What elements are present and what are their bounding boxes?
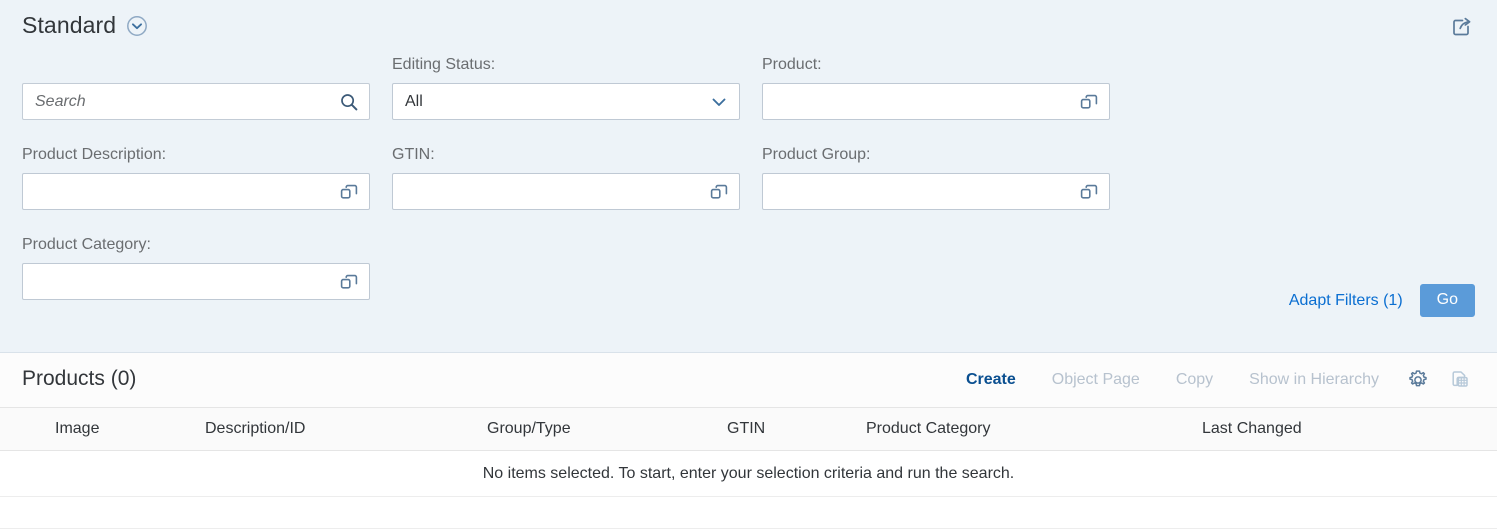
editing-status-select[interactable]: All <box>392 83 740 120</box>
filter-row-2: Product Description: GTIN: Product Group… <box>0 146 1497 236</box>
product-input-wrapper[interactable] <box>762 83 1110 120</box>
gtin-input-wrapper[interactable] <box>392 173 740 210</box>
gtin-field-cell: GTIN: <box>392 146 740 210</box>
table-column-headers: Image Description/ID Group/Type GTIN Pro… <box>0 407 1497 451</box>
product-description-input-wrapper[interactable] <box>22 173 370 210</box>
table-toolbar: Products (0) Create Object Page Copy Sho… <box>0 353 1497 407</box>
value-help-icon[interactable] <box>708 181 730 203</box>
product-category-input-wrapper[interactable] <box>22 263 370 300</box>
product-description-field-cell: Product Description: <box>22 146 370 210</box>
chevron-down-circle-icon[interactable] <box>126 15 148 37</box>
filter-bar: Standard Search Editing Status: All Prod… <box>0 0 1497 353</box>
adapt-filters-link[interactable]: Adapt Filters (1) <box>1289 292 1403 310</box>
variant-selector[interactable]: Standard <box>22 12 148 39</box>
column-header-group-type[interactable]: Group/Type <box>487 420 571 438</box>
filter-row-1: Editing Status: All Product: <box>0 56 1497 146</box>
table-filler-row <box>0 497 1497 529</box>
show-in-hierarchy-button: Show in Hierarchy <box>1249 371 1379 388</box>
column-header-last-changed[interactable]: Last Changed <box>1202 420 1302 438</box>
value-help-icon[interactable] <box>1078 181 1100 203</box>
product-description-label: Product Description: <box>22 146 167 163</box>
editing-status-field-cell: Editing Status: All <box>392 56 740 120</box>
product-group-input-wrapper[interactable] <box>762 173 1110 210</box>
value-help-icon[interactable] <box>338 271 360 293</box>
product-category-input[interactable] <box>23 264 369 299</box>
value-help-icon[interactable] <box>1078 91 1100 113</box>
search-icon[interactable] <box>338 91 360 113</box>
gear-icon[interactable] <box>1397 360 1439 400</box>
product-description-input[interactable] <box>23 174 369 209</box>
value-help-icon[interactable] <box>338 181 360 203</box>
gtin-label: GTIN: <box>392 146 435 163</box>
column-header-description-id[interactable]: Description/ID <box>205 420 305 438</box>
table-title: Products (0) <box>22 367 137 390</box>
search-field-cell <box>22 56 370 120</box>
table-empty-state-row: No items selected. To start, enter your … <box>0 451 1497 497</box>
filter-bar-header: Standard <box>0 0 1497 56</box>
filter-bar-actions: Adapt Filters (1) Go <box>1289 284 1475 317</box>
variant-title-label: Standard <box>22 12 117 38</box>
product-group-input[interactable] <box>763 174 1109 209</box>
search-label-spacer <box>22 56 370 83</box>
filter-fields: Editing Status: All Product: <box>0 56 1497 326</box>
column-header-gtin[interactable]: GTIN <box>727 420 765 438</box>
product-input[interactable] <box>763 84 1109 119</box>
go-button[interactable]: Go <box>1419 284 1475 317</box>
product-category-field-cell: Product Category: <box>22 236 370 300</box>
object-page-button: Object Page <box>1051 371 1140 388</box>
copy-button: Copy <box>1175 371 1214 388</box>
search-input[interactable] <box>23 84 369 119</box>
column-header-image[interactable]: Image <box>55 420 99 438</box>
product-group-label: Product Group: <box>762 146 871 163</box>
product-field-cell: Product: <box>762 56 1110 120</box>
gtin-input[interactable] <box>393 174 739 209</box>
chevron-down-icon[interactable] <box>708 91 730 113</box>
spreadsheet-export-icon[interactable] <box>1439 360 1481 400</box>
create-button[interactable]: Create <box>948 371 1034 389</box>
column-header-product-category[interactable]: Product Category <box>866 420 991 438</box>
products-table-section: Products (0) Create Object Page Copy Sho… <box>0 353 1497 530</box>
product-category-label: Product Category: <box>22 236 151 253</box>
empty-state-message: No items selected. To start, enter your … <box>482 464 1015 482</box>
search-input-wrapper[interactable] <box>22 83 370 120</box>
product-label: Product: <box>762 56 822 73</box>
product-group-field-cell: Product Group: <box>762 146 1110 210</box>
editing-status-label: Editing Status: <box>392 56 496 73</box>
filter-row-3: Product Category: <box>0 236 1497 326</box>
table-toolbar-actions: Create Object Page Copy Show in Hierarch… <box>948 353 1481 407</box>
editing-status-value: All <box>405 92 423 110</box>
product-worklist-page: Standard Search Editing Status: All Prod… <box>0 0 1497 530</box>
share-export-icon[interactable] <box>1445 10 1479 44</box>
